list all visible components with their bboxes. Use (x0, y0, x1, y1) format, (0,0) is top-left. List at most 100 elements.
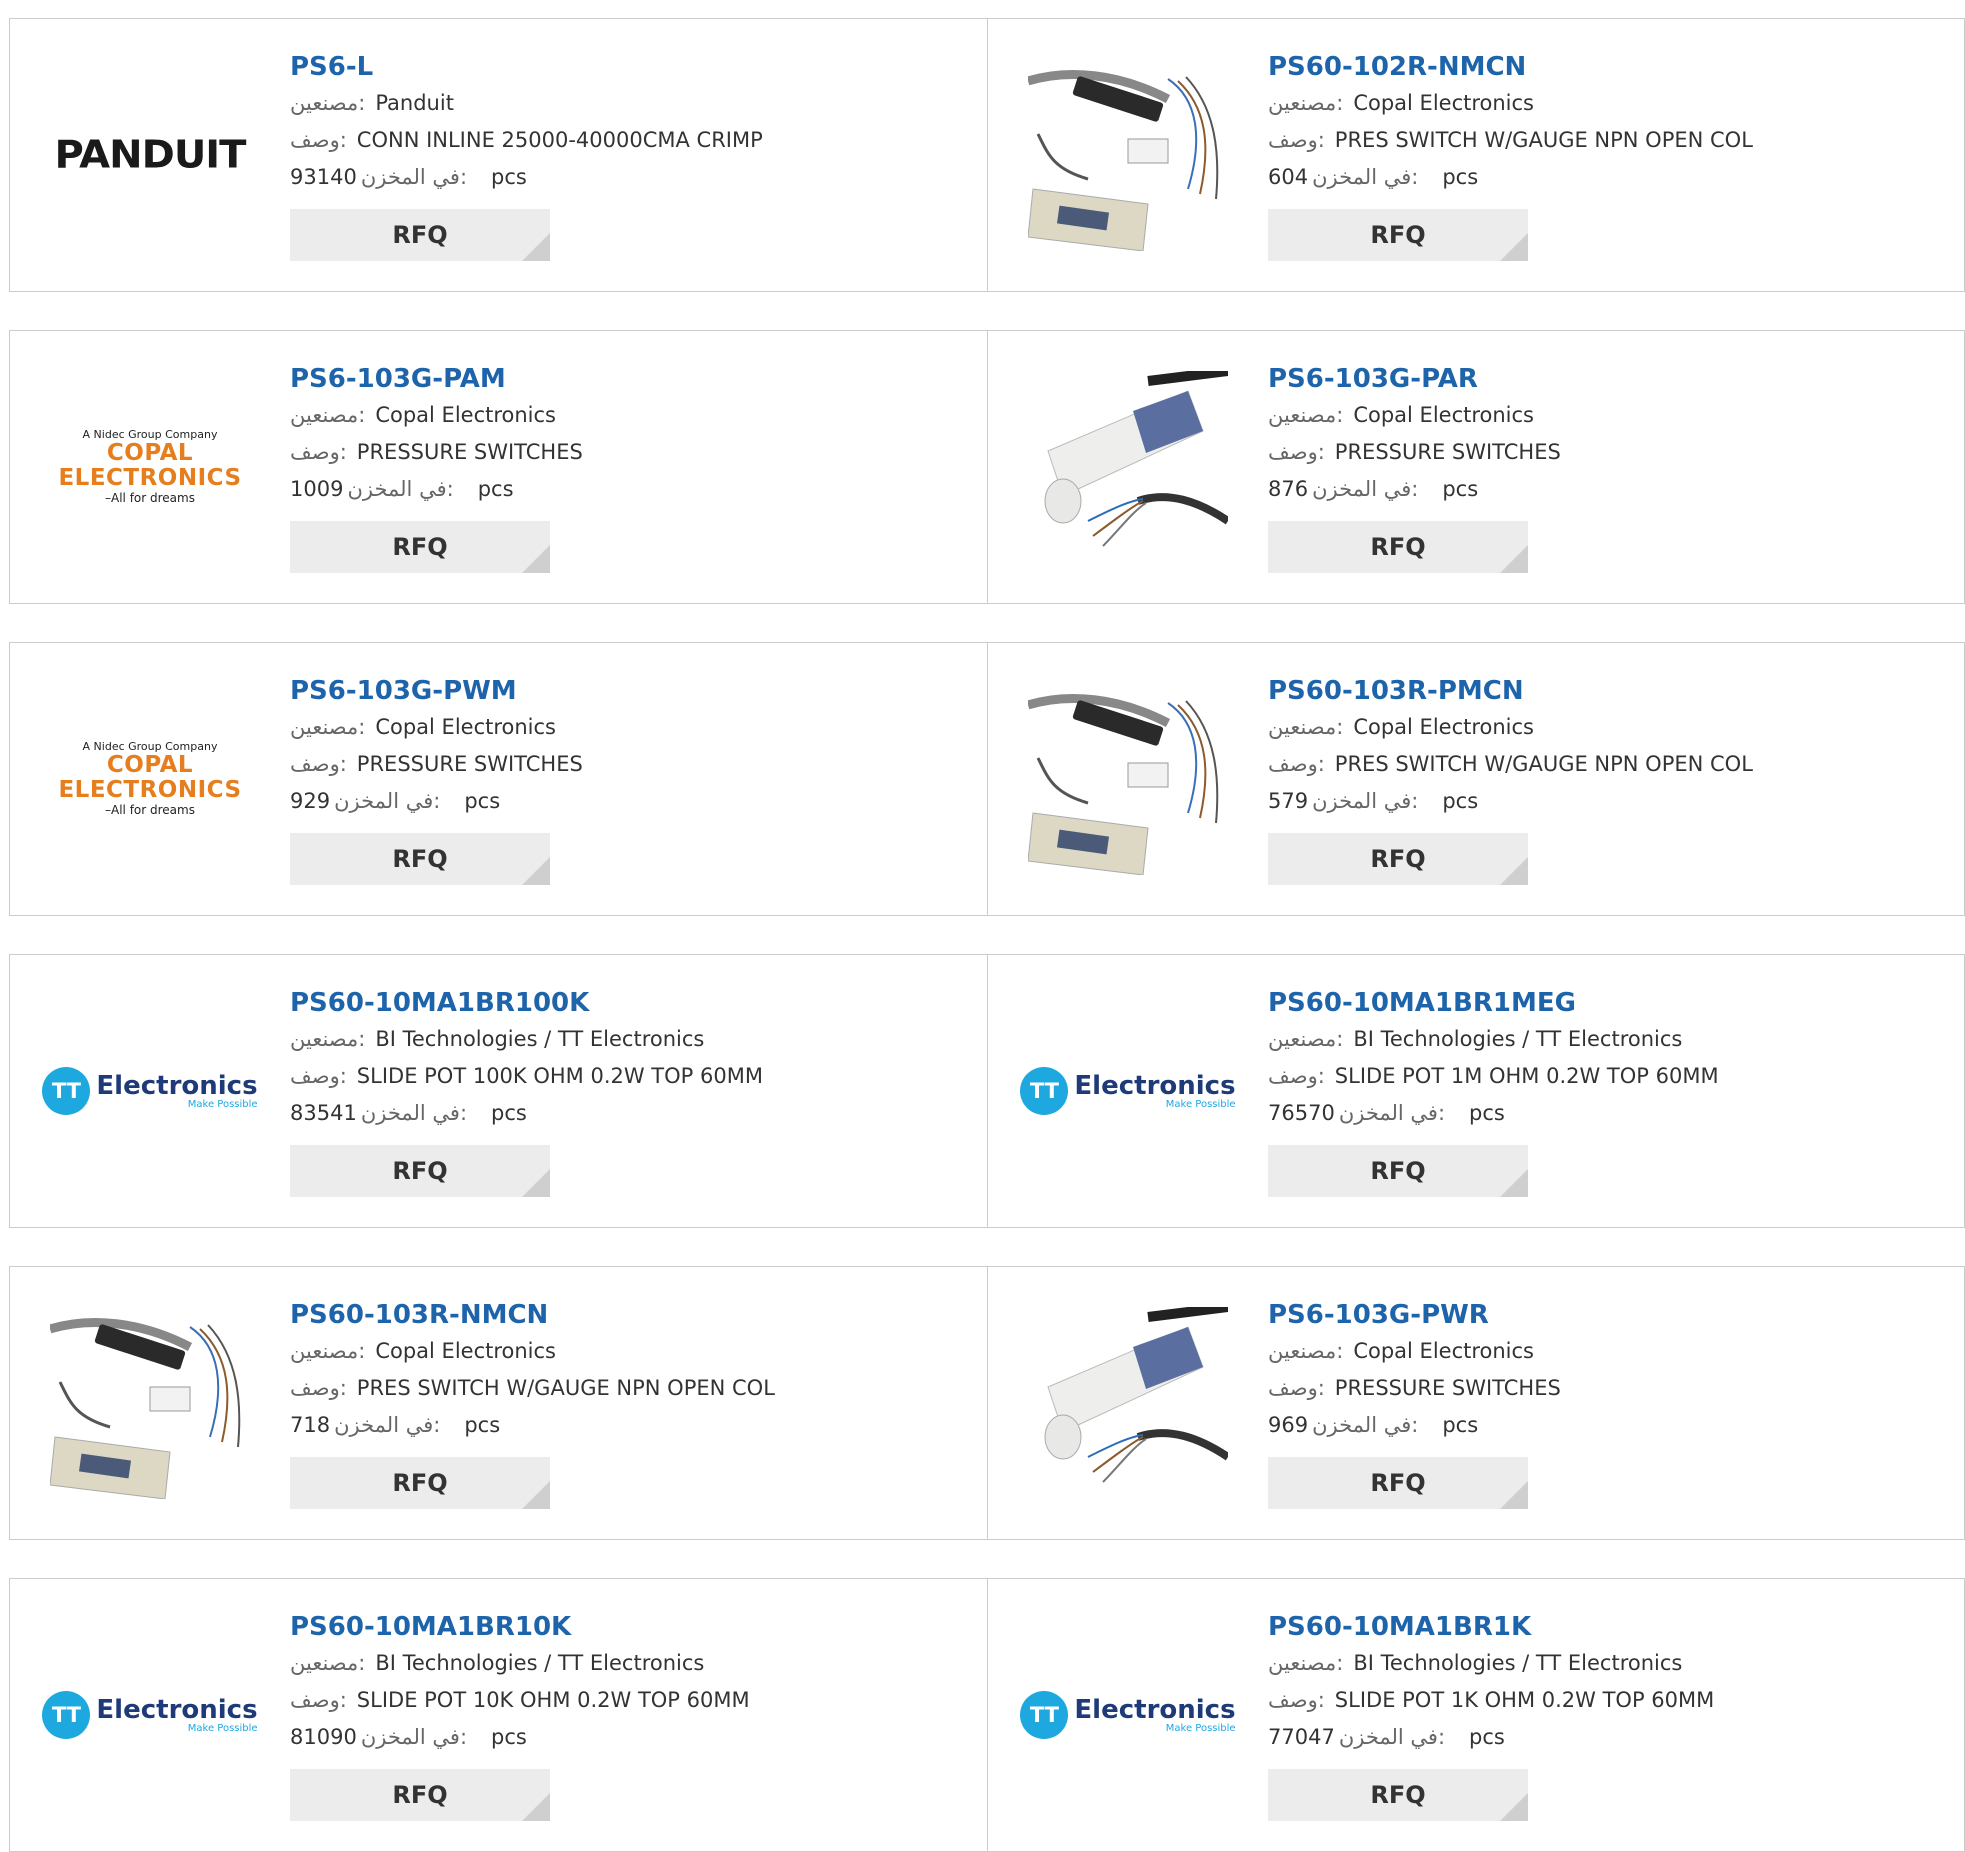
tt-logo-mark: TT Electronics Make Possible (42, 1067, 258, 1115)
rfq-button[interactable]: RFQ (290, 1145, 550, 1197)
part-number-link[interactable]: PS60-10MA1BR100K (290, 985, 763, 1021)
copal-logo[interactable]: A Nidec Group Company COPAL ELECTRONICS –A… (50, 371, 250, 563)
product-card: PS60-103R-PMCN مصنعين: Copal Electronics وص… (987, 643, 1964, 915)
pressure-switch-gauge-photo[interactable] (1028, 683, 1228, 875)
stock-unit: pcs (491, 1725, 527, 1749)
manufacturer-label: مصنعين: (1268, 1339, 1344, 1363)
description-line: وصف: PRESSURE SWITCHES (1268, 1370, 1561, 1407)
panduit-logo[interactable]: PANDUIT (50, 59, 250, 251)
pressure-switch-photo[interactable] (1028, 371, 1228, 563)
product-info: PS60-10MA1BR10K مصنعين: BI Technologies / … (290, 1609, 750, 1821)
product-row: A Nidec Group Company COPAL ELECTRONICS –A… (9, 330, 1965, 604)
tt-electronics-logo[interactable]: TT Electronics Make Possible (1020, 995, 1236, 1187)
tt-electronics-logo[interactable]: TT Electronics Make Possible (42, 995, 258, 1187)
manufacturer-label: مصنعين: (290, 715, 366, 739)
rfq-button[interactable]: RFQ (1268, 209, 1528, 261)
part-number-link[interactable]: PS6-103G-PAR (1268, 361, 1561, 397)
tt-wordmark: Electronics Make Possible (1074, 1073, 1235, 1110)
rfq-button[interactable]: RFQ (1268, 1769, 1528, 1821)
rfq-button[interactable]: RFQ (290, 209, 550, 261)
manufacturer-line: مصنعين: Copal Electronics (1268, 709, 1753, 746)
product-card: PS6-103G-PWR مصنعين: Copal Electronics وصف:… (987, 1267, 1964, 1539)
product-row: TT Electronics Make Possible PS60-10MA1BR10… (9, 954, 1965, 1228)
product-card: PANDUIT PS6-L مصنعين: Panduit وصف: CONN INLIN… (10, 19, 987, 291)
manufacturer-line: مصنعين: Copal Electronics (1268, 85, 1753, 122)
product-row: PANDUIT PS6-L مصنعين: Panduit وصف: CONN INLIN… (9, 18, 1965, 292)
tt-circle-icon: TT (42, 1067, 91, 1115)
part-number-link[interactable]: PS60-10MA1BR1K (1268, 1609, 1714, 1645)
stock-unit: pcs (1442, 1413, 1479, 1437)
stock-value: 604 (1268, 165, 1309, 189)
part-number-link[interactable]: PS60-10MA1BR10K (290, 1609, 750, 1645)
pressure-switch-photo[interactable] (1028, 1307, 1228, 1499)
product-info: PS60-10MA1BR1K مصنعين: BI Technologies / T… (1268, 1609, 1714, 1821)
description-value: PRESSURE SWITCHES (1334, 440, 1561, 464)
description-value: SLIDE POT 1M OHM 0.2W TOP 60MM (1334, 1064, 1719, 1088)
rfq-button[interactable]: RFQ (1268, 1457, 1528, 1509)
product-row: A Nidec Group Company COPAL ELECTRONICS –A… (9, 642, 1965, 916)
manufacturer-value: Copal Electronics (1353, 403, 1535, 427)
part-number-link[interactable]: PS6-103G-PWM (290, 673, 583, 709)
product-info: PS6-L مصنعين: Panduit وصف: CONN INLINE 25000… (290, 49, 763, 261)
manufacturer-value: BI Technologies / TT Electronics (375, 1027, 705, 1051)
tt-electronics-logo[interactable]: TT Electronics Make Possible (42, 1619, 258, 1811)
part-number-link[interactable]: PS60-10MA1BR1MEG (1268, 985, 1719, 1021)
rfq-button[interactable]: RFQ (1268, 521, 1528, 573)
stock-line: 81090 في المخزن: pcs (290, 1719, 750, 1756)
description-label: وصف: (290, 1688, 347, 1712)
stock-unit: pcs (477, 477, 514, 501)
rfq-button[interactable]: RFQ (290, 833, 550, 885)
stock-line: 93140 في المخزن: pcs (290, 159, 763, 196)
product-card: A Nidec Group Company COPAL ELECTRONICS –A… (10, 643, 987, 915)
stock-label: في المخزن: (360, 165, 468, 189)
part-number-link[interactable]: PS60-102R-NMCN (1268, 49, 1753, 85)
stock-unit: pcs (1442, 165, 1479, 189)
manufacturer-value: Panduit (375, 91, 454, 115)
description-line: وصف: PRES SWITCH W/GAUGE NPN OPEN COL (1268, 122, 1753, 159)
description-line: وصف: PRES SWITCH W/GAUGE NPN OPEN COL (1268, 746, 1753, 783)
description-label: وصف: (290, 1064, 347, 1088)
stock-value: 93140 (290, 165, 357, 189)
tt-logo-mark: TT Electronics Make Possible (42, 1691, 258, 1739)
part-number-link[interactable]: PS60-103R-PMCN (1268, 673, 1753, 709)
pressure-switch-gauge-photo[interactable] (50, 1307, 250, 1499)
description-label: وصف: (1268, 128, 1325, 152)
product-info: PS6-103G-PAR مصنعين: Copal Electronics وصف:… (1268, 361, 1561, 573)
description-line: وصف: CONN INLINE 25000-40000CMA CRIMP (290, 122, 763, 159)
stock-unit: pcs (1469, 1101, 1505, 1125)
part-number-link[interactable]: PS6-103G-PWR (1268, 1297, 1561, 1333)
manufacturer-line: مصنعين: Copal Electronics (290, 397, 583, 434)
stock-label: في المخزن: (1312, 1413, 1419, 1437)
product-info: PS60-10MA1BR1MEG مصنعين: BI Technologies /… (1268, 985, 1719, 1197)
part-number-link[interactable]: PS6-103G-PAM (290, 361, 583, 397)
stock-label: في المخزن: (1312, 477, 1419, 501)
part-number-link[interactable]: PS60-103R-NMCN (290, 1297, 775, 1333)
stock-label: في المخزن: (360, 1101, 468, 1125)
manufacturer-value: Copal Electronics (375, 1339, 557, 1363)
copal-logo[interactable]: A Nidec Group Company COPAL ELECTRONICS –A… (50, 683, 250, 875)
rfq-button[interactable]: RFQ (1268, 833, 1528, 885)
description-value: PRES SWITCH W/GAUGE NPN OPEN COL (356, 1376, 775, 1400)
manufacturer-line: مصنعين: Copal Electronics (1268, 1333, 1561, 1370)
product-card: PS60-102R-NMCN مصنعين: Copal Electronics وص… (987, 19, 1964, 291)
manufacturer-value: Copal Electronics (375, 403, 557, 427)
rfq-button[interactable]: RFQ (1268, 1145, 1528, 1197)
product-card: PS60-103R-NMCN مصنعين: Copal Electronics وص… (10, 1267, 987, 1539)
manufacturer-line: مصنعين: Copal Electronics (1268, 397, 1561, 434)
description-label: وصف: (290, 752, 347, 776)
part-number-link[interactable]: PS6-L (290, 49, 763, 85)
stock-line: 1009 في المخزن: pcs (290, 471, 583, 508)
description-label: وصف: (1268, 440, 1325, 464)
copal-main-text: COPAL ELECTRONICS (58, 440, 242, 492)
stock-label: في المخزن: (360, 1725, 468, 1749)
description-value: PRES SWITCH W/GAUGE NPN OPEN COL (1334, 752, 1753, 776)
rfq-button[interactable]: RFQ (290, 1457, 550, 1509)
stock-value: 1009 (290, 477, 344, 501)
rfq-button[interactable]: RFQ (290, 1769, 550, 1821)
copal-main-text: COPAL ELECTRONICS (58, 752, 242, 804)
tt-electronics-logo[interactable]: TT Electronics Make Possible (1020, 1619, 1236, 1811)
pressure-switch-gauge-photo[interactable] (1028, 59, 1228, 251)
rfq-button[interactable]: RFQ (290, 521, 550, 573)
manufacturer-value: BI Technologies / TT Electronics (1353, 1651, 1683, 1675)
description-value: PRESSURE SWITCHES (356, 440, 583, 464)
